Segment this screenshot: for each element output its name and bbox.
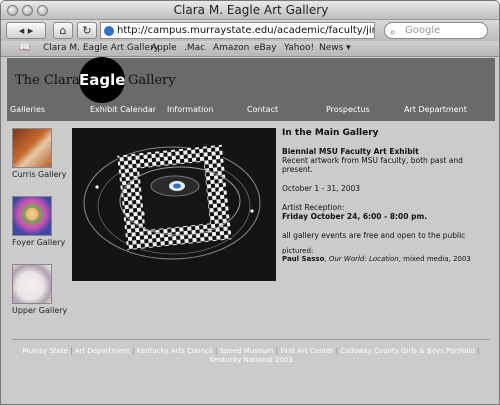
bookmark-news[interactable]: News ▾ [319, 43, 351, 53]
title-bar: Clara M. Eagle Art Gallery [1, 1, 499, 20]
bookmark-ebay[interactable]: eBay [254, 43, 277, 53]
upper-gallery-label[interactable]: Upper Gallery [12, 306, 67, 315]
foyer-gallery-thumbnail[interactable] [12, 196, 52, 236]
events-note: all gallery events are free and open to … [282, 231, 466, 240]
bookmarks-icon[interactable]: 📖 [19, 43, 30, 53]
exhibit-title: Biennial MSU Faculty Art Exhibit [282, 147, 419, 156]
webpage: The Clara M Eagle Gallery Galleries Exhi… [7, 57, 495, 404]
search-input[interactable]: ⌕ Google [384, 22, 488, 39]
sidebar-item-upper[interactable]: Upper Gallery [12, 264, 67, 315]
pictured-credit: Paul Sasso, Our World: Location, mixed m… [282, 255, 471, 263]
search-icon: ⌕ [390, 27, 396, 38]
back-forward-buttons[interactable]: ◂ ▸ [6, 22, 46, 39]
footer-separator: | [131, 347, 135, 355]
footer-links: Murray State | Art Department | Kentucky… [12, 347, 490, 365]
footer-divider [12, 339, 490, 340]
bookmark-mac[interactable]: .Mac [184, 43, 205, 53]
home-button[interactable]: ⌂ [53, 22, 73, 39]
exhibit-dates: October 1 - 31, 2003 [282, 184, 361, 193]
pictured-label: pictured: [282, 247, 314, 255]
reload-button[interactable]: ↻ [77, 22, 97, 39]
reception-label: Artist Reception: [282, 203, 345, 212]
footer-link-art-department[interactable]: Art Department [75, 347, 130, 355]
address-bar[interactable]: http://campus.murraystate.edu/academic/f… [100, 22, 375, 39]
bookmarks-bar: 📖 Clara M. Eagle Art Gallery Apple .Mac … [1, 41, 499, 57]
toolbar: ◂ ▸ ⌂ ↻ http://campus.murraystate.edu/ac… [1, 20, 499, 41]
footer-separator: | [215, 347, 218, 355]
bookmark-clara[interactable]: Clara M. Eagle Art Gallery [43, 43, 159, 53]
globe-icon [104, 26, 114, 36]
nav-art-department[interactable]: Art Department [404, 105, 467, 114]
footer-link-speed-museum[interactable]: Speed Museum [220, 347, 274, 355]
nav-exhibit-calendar[interactable]: Exhibit Calendar [90, 105, 156, 114]
footer-separator: | [477, 347, 480, 355]
reception-time: Friday October 24, 6:00 - 8:00 pm. [282, 212, 428, 221]
exhibit-photo [72, 128, 276, 281]
footer-link-calloway-county[interactable]: Calloway County Girls & Boys Portfolio [340, 347, 475, 355]
nav-information[interactable]: Information [167, 105, 213, 114]
bookmark-yahoo[interactable]: Yahoo! [284, 43, 314, 53]
sidebar-item-curris[interactable]: Curris Gallery [12, 128, 67, 179]
site-header: The Clara M Eagle Gallery Galleries Exhi… [7, 57, 495, 121]
bookmark-apple[interactable]: Apple [151, 43, 177, 53]
upper-gallery-thumbnail[interactable] [12, 264, 52, 304]
search-placeholder: Google [405, 25, 441, 36]
main-gallery-info: In the Main Gallery Biennial MSU Faculty… [282, 128, 487, 264]
footer-link-kentucky-arts-council[interactable]: Kentucky Arts Council [137, 347, 213, 355]
nav-galleries[interactable]: Galleries [10, 105, 45, 114]
exhibit-description: Recent artwork from MSU faculty, both pa… [282, 156, 463, 174]
nav-prospectus[interactable]: Prospectus [326, 105, 370, 114]
footer-link-first-art-center[interactable]: First Art Center [280, 347, 333, 355]
pictured-work: Our World: Location [328, 255, 399, 263]
footer-link-kentucky-national[interactable]: Kentucky National 2003 [209, 356, 292, 364]
footer-separator: | [70, 347, 73, 355]
curris-gallery-thumbnail[interactable] [12, 128, 52, 168]
curris-gallery-label[interactable]: Curris Gallery [12, 170, 67, 179]
footer-separator: | [275, 347, 279, 355]
main-gallery-heading: In the Main Gallery [282, 128, 379, 138]
sidebar-item-foyer[interactable]: Foyer Gallery [12, 196, 65, 247]
browser-window: Clara M. Eagle Art Gallery ◂ ▸ ⌂ ↻ http:… [0, 0, 500, 405]
window-title: Clara M. Eagle Art Gallery [173, 3, 329, 17]
checkerboard-installation-image [72, 128, 276, 281]
bookmark-amazon[interactable]: Amazon [213, 43, 249, 53]
footer-separator: | [335, 347, 339, 355]
logo-eagle: Eagle [79, 57, 125, 103]
pictured-artist: Paul Sasso [282, 255, 325, 263]
foyer-gallery-label[interactable]: Foyer Gallery [12, 238, 65, 247]
url-text: http://campus.murraystate.edu/academic/f… [117, 25, 374, 36]
nav-contact[interactable]: Contact [247, 105, 278, 114]
pictured-info: , mixed media, 2003 [398, 255, 471, 263]
footer-link-murray-state[interactable]: Murray State [23, 347, 68, 355]
logo-text-right: Gallery [128, 73, 176, 88]
